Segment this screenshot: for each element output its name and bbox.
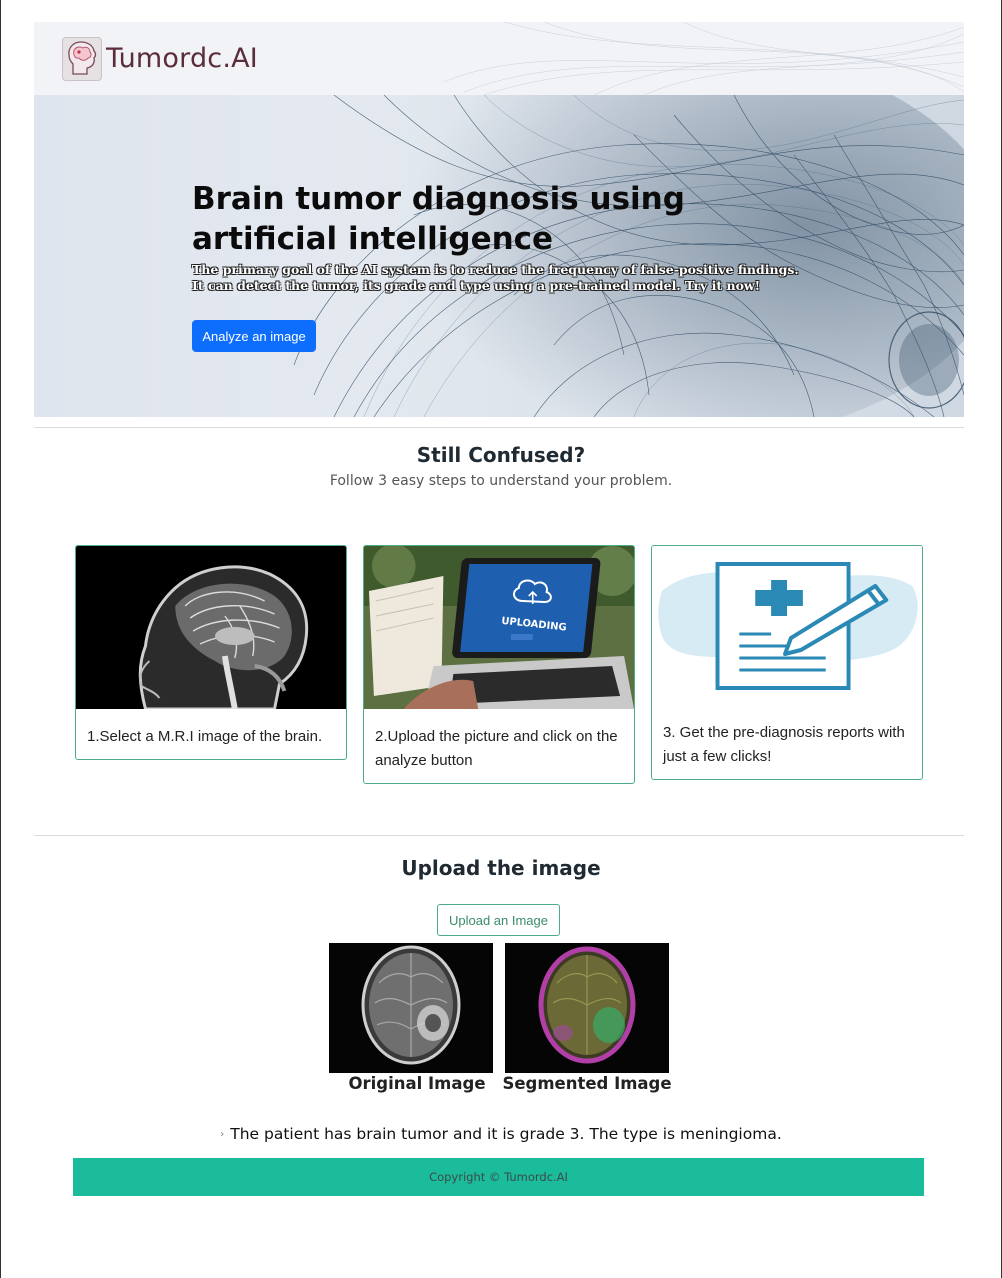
steps-title: Still Confused? xyxy=(416,443,586,467)
brand-link[interactable]: Tumordc.AI xyxy=(62,36,258,81)
divider xyxy=(34,427,964,428)
step-1-text: 1.Select a M.R.I image of the brain. xyxy=(87,728,323,745)
hero-title: Brain tumor diagnosis using artificial i… xyxy=(192,181,685,257)
hero-subtitle: The primary goal of the AI system is to … xyxy=(192,262,799,293)
segmented-image-caption: Segmented Image xyxy=(502,1074,672,1093)
step-card-1: 1.Select a M.R.I image of the brain. xyxy=(75,545,347,760)
diagnosis-result: › The patient has brain tumor and it is g… xyxy=(1,1125,1001,1143)
brain-head-icon xyxy=(62,36,102,81)
step-card-3: 3. Get the pre-diagnosis reports with ju… xyxy=(651,545,923,780)
upload-title: Upload the image xyxy=(401,856,601,880)
navbar: Tumordc.AI xyxy=(34,22,964,95)
mesh-pattern-decoration xyxy=(444,22,964,95)
footer: Copyright © Tumordc.AI xyxy=(73,1158,924,1196)
mri-sagittal-image xyxy=(76,546,346,709)
upload-image-button[interactable]: Upload an Image xyxy=(437,904,560,936)
steps-subtitle: Follow 3 easy steps to understand your p… xyxy=(329,473,673,489)
step-2-text: 2.Upload the picture and click on the an… xyxy=(375,728,618,769)
copyright-text: Copyright © Tumordc.AI xyxy=(429,1170,568,1184)
original-image-caption: Original Image xyxy=(348,1074,486,1093)
diagnosis-result-text: The patient has brain tumor and it is gr… xyxy=(230,1125,782,1143)
step-card-2: UPLOADING 2.Upload the picture and click… xyxy=(363,545,635,784)
medical-report-icon xyxy=(652,546,922,709)
divider xyxy=(34,835,964,836)
arrow-icon: › xyxy=(220,1129,225,1140)
segmented-mri-image xyxy=(505,943,669,1073)
analyze-image-button[interactable]: Analyze an image xyxy=(192,320,316,352)
brand-name: Tumordc.AI xyxy=(106,43,258,74)
hero-section: Brain tumor diagnosis using artificial i… xyxy=(34,95,964,417)
laptop-uploading-image: UPLOADING xyxy=(364,546,634,709)
step-3-text: 3. Get the pre-diagnosis reports with ju… xyxy=(663,724,905,765)
original-mri-image xyxy=(329,943,493,1073)
